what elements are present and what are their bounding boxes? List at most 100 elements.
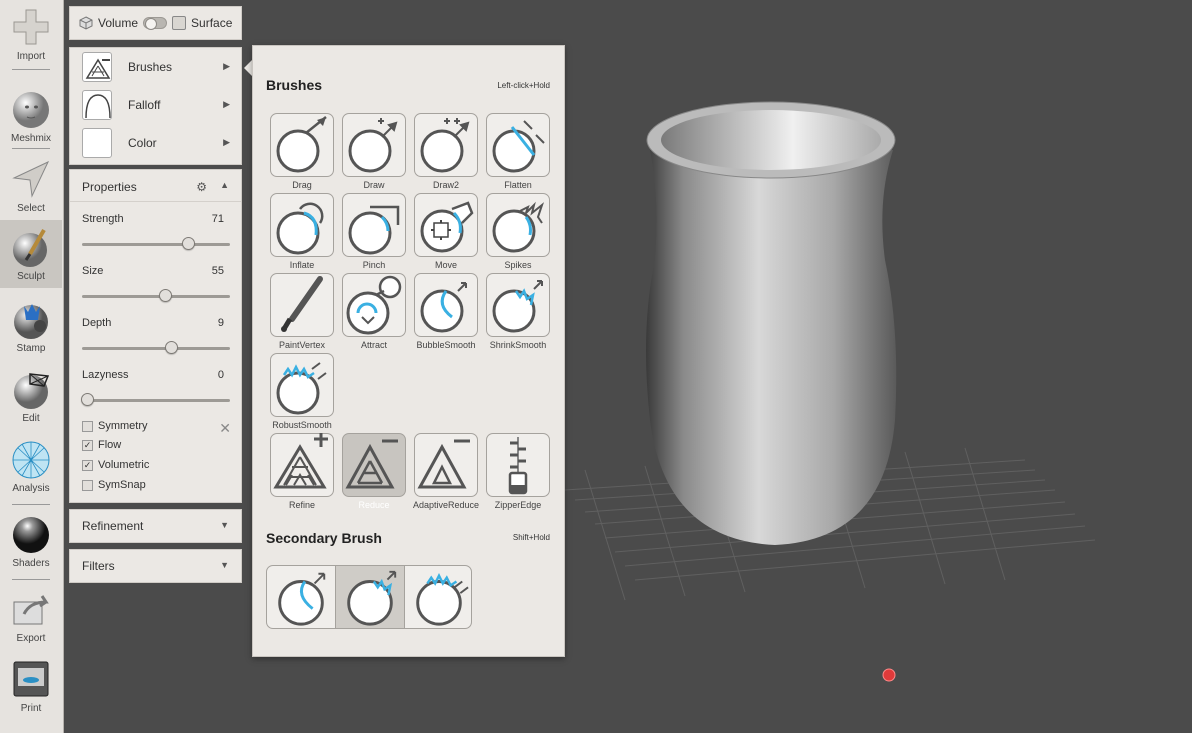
- properties-title: Properties: [82, 180, 137, 194]
- gear-icon[interactable]: ⚙: [196, 180, 207, 194]
- vase-model[interactable]: [646, 101, 897, 545]
- brush-label: Flatten: [504, 180, 532, 190]
- chevron-up-icon[interactable]: ▲: [220, 180, 229, 190]
- refinement-panel[interactable]: Refinement ▼: [69, 509, 242, 543]
- brush-label: Draw2: [432, 180, 459, 190]
- brush-label: Inflate: [289, 260, 315, 270]
- brush-label: ShrinkSmooth: [489, 340, 547, 350]
- printer-icon: [13, 661, 49, 697]
- brush-draw[interactable]: Draw: [342, 113, 406, 191]
- brushes-selector[interactable]: Brushes ▶: [80, 50, 238, 84]
- falloff-thumbnail: [82, 90, 112, 120]
- brush-label: Draw: [363, 180, 385, 190]
- edit-sphere-icon: [14, 373, 50, 409]
- color-label: Color: [128, 136, 157, 150]
- brush-reduce[interactable]: Reduce: [342, 433, 406, 511]
- symmetry-checkbox[interactable]: Symmetry: [82, 418, 148, 434]
- tool-edit[interactable]: Edit: [0, 362, 62, 430]
- brush-move[interactable]: Move: [414, 193, 478, 271]
- symsnap-checkbox[interactable]: SymSnap: [82, 477, 146, 493]
- size-slider[interactable]: Size 55: [82, 265, 230, 317]
- tool-select[interactable]: Select: [0, 152, 62, 220]
- brush-robustsmooth[interactable]: RobustSmooth: [270, 353, 334, 431]
- tool-sculpt[interactable]: Sculpt: [0, 220, 62, 288]
- brush-attract[interactable]: Attract: [342, 273, 406, 351]
- chevron-right-icon: ▶: [223, 137, 230, 147]
- brush-label: Pinch: [362, 260, 386, 270]
- tool-print[interactable]: Print: [0, 652, 62, 720]
- tool-analysis[interactable]: Analysis: [0, 432, 62, 500]
- brush-inflate[interactable]: Inflate: [270, 193, 334, 271]
- brush-label: ZipperEdge: [494, 500, 542, 510]
- surface-label: Surface: [191, 16, 233, 30]
- bubblesmooth-icon: [278, 572, 326, 626]
- brush-adaptivereduce[interactable]: AdaptiveReduce: [413, 433, 479, 511]
- brush-drag[interactable]: Drag: [270, 113, 334, 191]
- surface-checkbox[interactable]: [172, 16, 187, 30]
- shrinksmooth-icon: [492, 280, 543, 333]
- lazyness-knob[interactable]: [81, 393, 94, 406]
- brush-refine[interactable]: Refine: [270, 433, 334, 511]
- chevron-down-icon: ▼: [220, 560, 229, 570]
- adaptivereduce-icon: [417, 439, 470, 489]
- depth-slider[interactable]: Depth 9: [82, 317, 230, 369]
- select-arrow-icon: [12, 160, 50, 198]
- properties-panel: Properties ⚙ ▲ Strength 71 Size 55 Depth…: [69, 169, 242, 503]
- chevron-right-icon: ▶: [223, 61, 230, 71]
- tool-export[interactable]: Export: [0, 582, 62, 650]
- brush-label: Spikes: [504, 260, 532, 270]
- secondary-bubblesmooth[interactable]: [267, 566, 335, 628]
- origin-marker: [882, 668, 896, 682]
- volumetric-checkbox[interactable]: ✓ Volumetric: [82, 457, 149, 473]
- brushes-hint: Left-click+Hold: [497, 81, 550, 90]
- falloff-label: Falloff: [128, 98, 161, 112]
- attract-icon: [346, 275, 402, 335]
- secondary-shrinksmooth[interactable]: [336, 566, 404, 628]
- flow-checkbox[interactable]: ✓ Flow: [82, 437, 121, 453]
- strength-knob[interactable]: [181, 237, 195, 250]
- falloff-selector[interactable]: Falloff ▶: [80, 88, 238, 122]
- tool-stamp[interactable]: Stamp: [0, 292, 62, 360]
- lazyness-slider[interactable]: Lazyness 0: [81, 369, 230, 421]
- brush-flatten[interactable]: Flatten: [486, 113, 550, 191]
- brush-paintvertex[interactable]: PaintVertex: [270, 273, 334, 351]
- color-swatch: [82, 128, 112, 158]
- zipperedge-icon: [508, 437, 528, 495]
- brush-bubblesmooth[interactable]: BubbleSmooth: [414, 273, 478, 351]
- depth-knob[interactable]: [164, 341, 178, 354]
- robustsmooth-icon: [276, 362, 327, 415]
- tool-meshmix[interactable]: Meshmix: [0, 82, 62, 150]
- brush-pinch[interactable]: Pinch: [342, 193, 406, 271]
- wrench-icon[interactable]: ✕: [219, 420, 231, 437]
- chevron-down-icon: ▼: [220, 520, 229, 530]
- secondary-brush-title: Secondary Brush: [266, 530, 382, 546]
- inflate-icon: [276, 202, 324, 255]
- brush-zipperedge[interactable]: ZipperEdge: [486, 433, 550, 511]
- brushes-label: Brushes: [128, 60, 173, 74]
- tool-import[interactable]: Import: [0, 0, 62, 68]
- brush-label: Attract: [360, 340, 387, 350]
- robustsmooth-icon: [416, 572, 469, 626]
- brush-label: RobustSmooth: [272, 420, 332, 430]
- tool-shaders[interactable]: Shaders: [0, 507, 62, 575]
- sculpt-brush-icon: [13, 228, 47, 267]
- brush-spikes[interactable]: Spikes: [486, 193, 550, 271]
- secondary-robustsmooth[interactable]: [405, 566, 471, 628]
- analysis-mesh-icon: [12, 441, 50, 479]
- refine-icon: [273, 433, 328, 489]
- volume-surface-switch[interactable]: [143, 17, 168, 30]
- brush-shrinksmooth[interactable]: ShrinkSmooth: [486, 273, 550, 351]
- plus-icon: [13, 9, 49, 45]
- bubblesmooth-icon: [420, 282, 467, 333]
- secondary-brush-selector: [266, 565, 472, 629]
- size-knob[interactable]: [159, 289, 173, 302]
- spikes-icon: [492, 201, 545, 253]
- color-selector[interactable]: Color ▶: [80, 126, 238, 160]
- brush-draw2[interactable]: Draw2: [414, 113, 478, 191]
- export-icon: [13, 595, 49, 625]
- filters-panel[interactable]: Filters ▼: [69, 549, 242, 583]
- strength-slider[interactable]: Strength 71: [82, 213, 230, 265]
- brushes-popup-title: Brushes: [266, 77, 323, 93]
- shader-sphere-icon: [13, 517, 49, 553]
- volume-label: Volume: [98, 16, 139, 30]
